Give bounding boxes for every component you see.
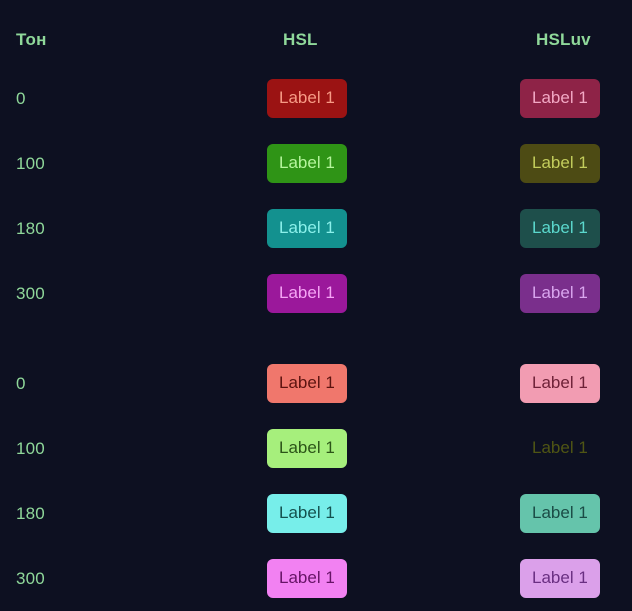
hue-label: 100 bbox=[16, 438, 45, 458]
hsluv-badge-cell: Label 1 bbox=[520, 144, 632, 183]
column-header-hsl: HSL bbox=[283, 30, 318, 49]
color-comparison-page: Тон HSL HSLuv 0 Label 1 Label 1 100 Label 1 L… bbox=[0, 0, 632, 600]
hue-label: 100 bbox=[16, 153, 45, 173]
hsluv-badge: Label 1 bbox=[520, 79, 600, 118]
hsluv-badge-cell: Label 1 bbox=[520, 274, 632, 313]
hsl-badge: Label 1 bbox=[267, 559, 347, 598]
hue-label: 300 bbox=[16, 283, 45, 303]
hsluv-badge-cell: Label 1 bbox=[520, 559, 632, 598]
hue-label: 0 bbox=[16, 88, 26, 108]
hsluv-badge-cell: Label 1 bbox=[520, 364, 632, 403]
hsl-badge: Label 1 bbox=[267, 494, 347, 533]
hsl-badge-cell: Label 1 bbox=[267, 79, 520, 118]
hsluv-badge: Label 1 bbox=[520, 274, 600, 313]
hsl-badge: Label 1 bbox=[267, 79, 347, 118]
column-header-hue: Тон bbox=[16, 30, 47, 49]
hsl-badge-cell: Label 1 bbox=[267, 209, 520, 248]
column-header-hsluv: HSLuv bbox=[536, 30, 591, 49]
table-header-row: Тон HSL HSLuv bbox=[0, 14, 632, 66]
hsl-badge-cell: Label 1 bbox=[267, 274, 520, 313]
hsluv-badge: Label 1 bbox=[520, 494, 600, 533]
hue-label: 180 bbox=[16, 503, 45, 523]
hue-label: 0 bbox=[16, 373, 26, 393]
hsluv-badge: Label 1 bbox=[520, 209, 600, 248]
hue-label: 180 bbox=[16, 218, 45, 238]
hsluv-badge-cell: Label 1 bbox=[520, 429, 632, 468]
light-group-rows: 0 Label 1 Label 1 100 Label 1 Label 1 180 Label… bbox=[0, 351, 632, 611]
hsluv-badge: Label 1 bbox=[520, 559, 600, 598]
hue-label: 300 bbox=[16, 568, 45, 588]
hsl-badge-cell: Label 1 bbox=[267, 494, 520, 533]
hsl-badge: Label 1 bbox=[267, 209, 347, 248]
hsl-badge: Label 1 bbox=[267, 429, 347, 468]
hsl-badge: Label 1 bbox=[267, 144, 347, 183]
hsl-badge: Label 1 bbox=[267, 274, 347, 313]
hsluv-badge-cell: Label 1 bbox=[520, 494, 632, 533]
hsluv-badge: Label 1 bbox=[532, 438, 588, 457]
dark-group-rows: 0 Label 1 Label 1 100 Label 1 Label 1 180 Label… bbox=[0, 66, 632, 326]
hsluv-badge-cell: Label 1 bbox=[520, 209, 632, 248]
hsluv-badge: Label 1 bbox=[520, 364, 600, 403]
hsl-badge-cell: Label 1 bbox=[267, 144, 520, 183]
hsl-badge-cell: Label 1 bbox=[267, 559, 520, 598]
hsl-badge-cell: Label 1 bbox=[267, 364, 520, 403]
hsl-badge: Label 1 bbox=[267, 364, 347, 403]
hsluv-badge: Label 1 bbox=[520, 144, 600, 183]
hsluv-badge-cell: Label 1 bbox=[520, 79, 632, 118]
hsl-badge-cell: Label 1 bbox=[267, 429, 520, 468]
group-separator bbox=[0, 326, 632, 351]
